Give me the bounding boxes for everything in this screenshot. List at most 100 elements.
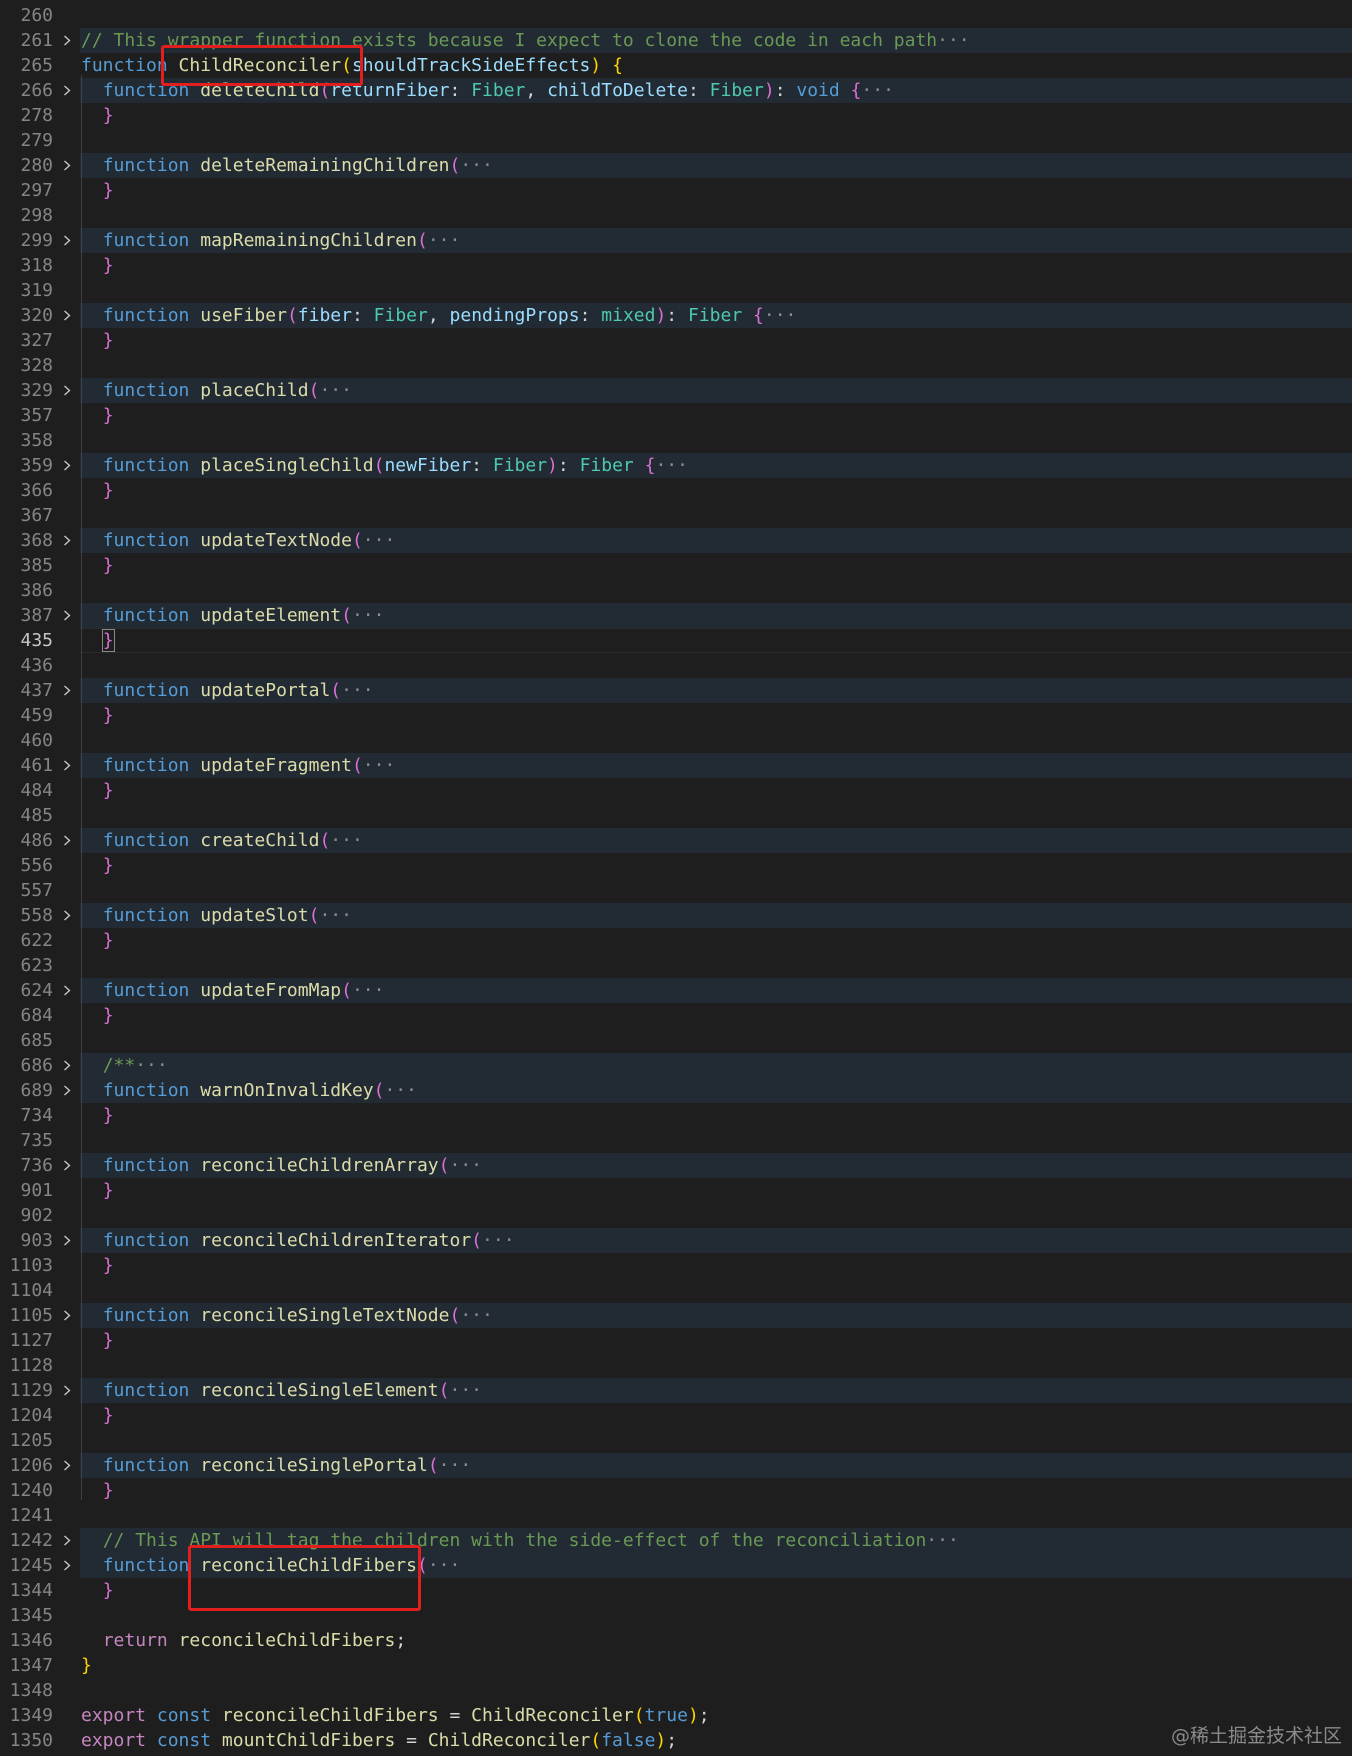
code-line[interactable]: 484 } bbox=[0, 778, 1352, 803]
folded-ellipsis[interactable]: ··· bbox=[926, 1530, 959, 1551]
folded-ellipsis[interactable]: ··· bbox=[937, 30, 970, 51]
folded-ellipsis[interactable]: ··· bbox=[428, 230, 461, 251]
chevron-right-icon[interactable] bbox=[60, 1228, 74, 1253]
chevron-right-icon[interactable] bbox=[60, 1053, 74, 1078]
code-line[interactable]: 735 bbox=[0, 1128, 1352, 1153]
code-line[interactable]: 736 function reconcileChildrenArray(··· bbox=[0, 1153, 1352, 1178]
folded-ellipsis[interactable]: ··· bbox=[341, 680, 374, 701]
code-line[interactable]: 298 bbox=[0, 203, 1352, 228]
folded-ellipsis[interactable]: ··· bbox=[363, 755, 396, 776]
folded-ellipsis[interactable]: ··· bbox=[460, 155, 493, 176]
chevron-right-icon[interactable] bbox=[60, 1378, 74, 1403]
code-line[interactable]: 297 } bbox=[0, 178, 1352, 203]
code-line[interactable]: 1349 export const reconcileChildFibers = … bbox=[0, 1703, 1352, 1728]
code-line[interactable]: 1345 bbox=[0, 1603, 1352, 1628]
code-line[interactable]: 1242 // This API will tag the children w… bbox=[0, 1528, 1352, 1553]
code-line[interactable]: 1350 export const mountChildFibers = Chil… bbox=[0, 1728, 1352, 1753]
chevron-right-icon[interactable] bbox=[60, 28, 74, 53]
chevron-right-icon[interactable] bbox=[60, 603, 74, 628]
code-line[interactable]: 902 bbox=[0, 1203, 1352, 1228]
code-line[interactable]: 367 bbox=[0, 503, 1352, 528]
chevron-right-icon[interactable] bbox=[60, 1528, 74, 1553]
code-line[interactable]: 557 bbox=[0, 878, 1352, 903]
code-line[interactable]: 1348 bbox=[0, 1678, 1352, 1703]
code-line[interactable]: 1206 function reconcileSinglePortal(··· bbox=[0, 1453, 1352, 1478]
code-line[interactable]: 278 } bbox=[0, 103, 1352, 128]
code-line[interactable]: 1245 function reconcileChildFibers(··· bbox=[0, 1553, 1352, 1578]
chevron-right-icon[interactable] bbox=[60, 1078, 74, 1103]
code-line[interactable]: 357 } bbox=[0, 403, 1352, 428]
folded-ellipsis[interactable]: ··· bbox=[764, 305, 797, 326]
code-line[interactable]: 460 bbox=[0, 728, 1352, 753]
code-line[interactable]: 359 function placeSingleChild(newFiber: … bbox=[0, 453, 1352, 478]
code-line[interactable]: 1205 bbox=[0, 1428, 1352, 1453]
code-line[interactable]: 684 } bbox=[0, 1003, 1352, 1028]
code-line[interactable]: 1129 function reconcileSingleElement(··· bbox=[0, 1378, 1352, 1403]
code-line[interactable]: 280 function deleteRemainingChildren(··· bbox=[0, 153, 1352, 178]
code-line[interactable]: 1240 } bbox=[0, 1478, 1352, 1503]
code-line[interactable]: 279 bbox=[0, 128, 1352, 153]
chevron-right-icon[interactable] bbox=[60, 903, 74, 928]
chevron-right-icon[interactable] bbox=[60, 378, 74, 403]
code-line[interactable]: 366 } bbox=[0, 478, 1352, 503]
code-line[interactable]: 1347} bbox=[0, 1653, 1352, 1678]
chevron-right-icon[interactable] bbox=[60, 978, 74, 1003]
code-line[interactable]: 328 bbox=[0, 353, 1352, 378]
code-line[interactable]: 1344 } bbox=[0, 1578, 1352, 1603]
folded-ellipsis[interactable]: ··· bbox=[460, 1305, 493, 1326]
folded-ellipsis[interactable]: ··· bbox=[655, 455, 688, 476]
code-line[interactable]: 901 } bbox=[0, 1178, 1352, 1203]
code-line[interactable]: 437 function updatePortal(··· bbox=[0, 678, 1352, 703]
code-line[interactable]: 266 function deleteChild(returnFiber: Fi… bbox=[0, 78, 1352, 103]
code-line[interactable]: 486 function createChild(··· bbox=[0, 828, 1352, 853]
code-line[interactable]: 1204 } bbox=[0, 1403, 1352, 1428]
code-line[interactable]: 1346 return reconcileChildFibers; bbox=[0, 1628, 1352, 1653]
code-line[interactable]: 387 function updateElement(··· bbox=[0, 603, 1352, 628]
code-line[interactable]: 556 } bbox=[0, 853, 1352, 878]
code-line[interactable]: 622 } bbox=[0, 928, 1352, 953]
chevron-right-icon[interactable] bbox=[60, 1303, 74, 1328]
chevron-right-icon[interactable] bbox=[60, 1453, 74, 1478]
chevron-right-icon[interactable] bbox=[60, 528, 74, 553]
code-line[interactable]: 436 bbox=[0, 653, 1352, 678]
chevron-right-icon[interactable] bbox=[60, 78, 74, 103]
code-line[interactable]: 386 bbox=[0, 578, 1352, 603]
code-line[interactable]: 327 } bbox=[0, 328, 1352, 353]
chevron-right-icon[interactable] bbox=[60, 1553, 74, 1578]
folded-ellipsis[interactable]: ··· bbox=[319, 380, 352, 401]
code-line[interactable]: 385 } bbox=[0, 553, 1352, 578]
chevron-right-icon[interactable] bbox=[60, 828, 74, 853]
chevron-right-icon[interactable] bbox=[60, 1153, 74, 1178]
code-line[interactable]: 1127 } bbox=[0, 1328, 1352, 1353]
code-line[interactable]: 734 } bbox=[0, 1103, 1352, 1128]
code-line[interactable]: 689 function warnOnInvalidKey(··· bbox=[0, 1078, 1352, 1103]
code-line[interactable]: 624 function updateFromMap(··· bbox=[0, 978, 1352, 1003]
code-line[interactable]: 461 function updateFragment(··· bbox=[0, 753, 1352, 778]
code-line[interactable]: 1105 function reconcileSingleTextNode(··… bbox=[0, 1303, 1352, 1328]
code-line[interactable]: 261 // This wrapper function exists becau… bbox=[0, 28, 1352, 53]
code-line[interactable]: 318 } bbox=[0, 253, 1352, 278]
chevron-right-icon[interactable] bbox=[60, 453, 74, 478]
code-line[interactable]: 1128 bbox=[0, 1353, 1352, 1378]
chevron-right-icon[interactable] bbox=[60, 678, 74, 703]
folded-ellipsis[interactable]: ··· bbox=[450, 1380, 483, 1401]
folded-ellipsis[interactable]: ··· bbox=[319, 905, 352, 926]
code-line[interactable]: 686 /**··· bbox=[0, 1053, 1352, 1078]
code-line[interactable]: 903 function reconcileChildrenIterator(·… bbox=[0, 1228, 1352, 1253]
folded-ellipsis[interactable]: ··· bbox=[861, 80, 894, 101]
code-line[interactable]: 459 } bbox=[0, 703, 1352, 728]
folded-ellipsis[interactable]: ··· bbox=[352, 605, 385, 626]
code-line[interactable]: 329 function placeChild(··· bbox=[0, 378, 1352, 403]
code-line[interactable]: 1103 } bbox=[0, 1253, 1352, 1278]
folded-ellipsis[interactable]: ··· bbox=[330, 830, 363, 851]
folded-ellipsis[interactable]: ··· bbox=[439, 1455, 472, 1476]
code-line[interactable]: 1241 bbox=[0, 1503, 1352, 1528]
code-line[interactable]: 319 bbox=[0, 278, 1352, 303]
chevron-right-icon[interactable] bbox=[60, 153, 74, 178]
code-line[interactable]: 358 bbox=[0, 428, 1352, 453]
code-line[interactable]: 260 bbox=[0, 3, 1352, 28]
code-line[interactable]: 558 function updateSlot(··· bbox=[0, 903, 1352, 928]
code-line[interactable]: 623 bbox=[0, 953, 1352, 978]
code-line[interactable]: 485 bbox=[0, 803, 1352, 828]
chevron-right-icon[interactable] bbox=[60, 303, 74, 328]
